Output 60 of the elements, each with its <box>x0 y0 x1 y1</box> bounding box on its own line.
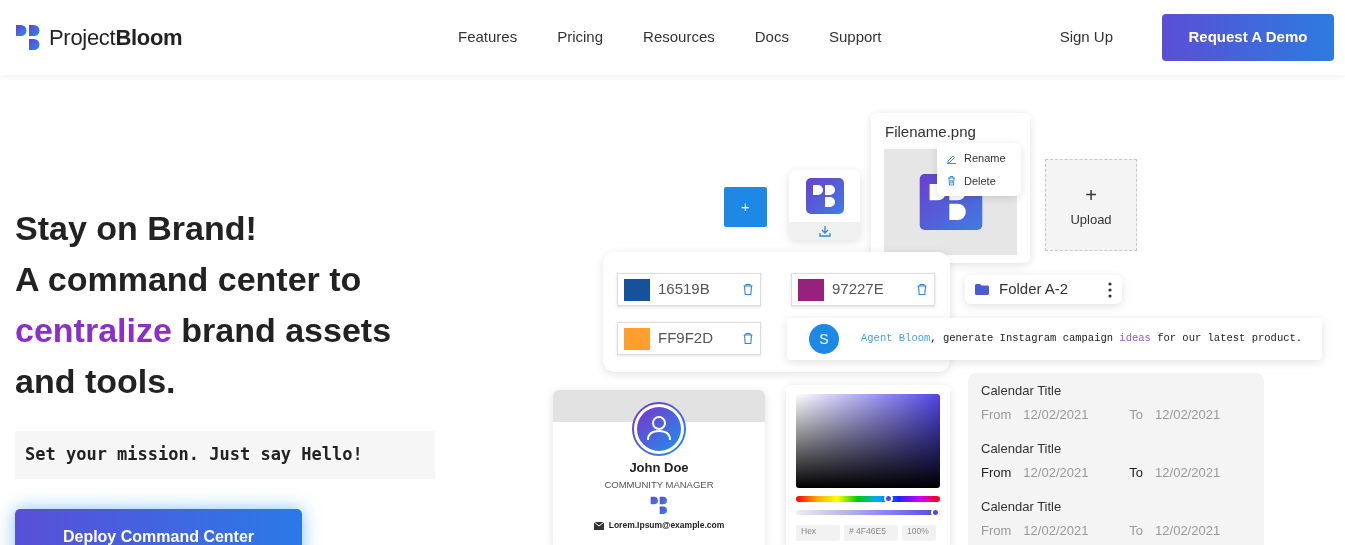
sign-up-link[interactable]: Sign Up <box>1059 26 1113 49</box>
nav-link[interactable]: Features <box>458 26 518 49</box>
nav-link[interactable]: Docs <box>754 26 789 49</box>
to-label: To <box>1129 521 1144 540</box>
date-text: 12/02/2021 <box>1155 521 1221 540</box>
calendar-title: Calendar Title <box>981 440 1063 458</box>
trash-icon <box>946 175 957 187</box>
date-text: 12/02/2021 <box>1023 521 1090 540</box>
color-code: 97227E <box>832 279 885 300</box>
trash-icon[interactable] <box>742 332 754 345</box>
from-label: From <box>981 463 1012 482</box>
calendar-title: Calendar Title <box>981 498 1063 516</box>
nav-link[interactable]: Resources <box>643 26 715 49</box>
trash-icon[interactable] <box>916 283 928 296</box>
menu-item[interactable]: Delete <box>964 172 996 189</box>
hero-heading: Stay on Brand! A command center to centralize brand assets and tools. <box>15 208 393 402</box>
date-text: 12/02/2021 <box>1155 405 1221 424</box>
folder-name: Folder A-2 <box>999 279 1070 300</box>
from-label: From <box>981 521 1012 540</box>
person-name: John Doe <box>628 459 690 477</box>
add-button[interactable]: + <box>724 187 767 227</box>
hue-thumb[interactable] <box>883 494 893 503</box>
logo-icon <box>805 178 844 214</box>
nav-link[interactable]: Support <box>828 26 882 49</box>
opacity-slider[interactable] <box>796 508 940 517</box>
email-address: Lorem.Ipsum@example.com <box>608 519 725 532</box>
plus-icon: + <box>1085 180 1097 211</box>
date-text: 12/02/2021 <box>1023 405 1090 424</box>
menu-item[interactable]: Rename <box>964 150 1006 167</box>
from-label: From <box>981 405 1012 424</box>
folder-icon <box>975 284 989 295</box>
calendar-title: Calendar Title <box>981 382 1063 400</box>
date-text: 12/02/2021 <box>1023 463 1090 482</box>
upload-label: Upload <box>1070 211 1112 230</box>
request-demo-button[interactable]: Request A Demo <box>1162 14 1334 61</box>
mission-text: Set your mission. Just say Hello! <box>15 431 435 479</box>
logo-icon <box>15 23 41 52</box>
mail-icon <box>593 521 604 530</box>
opacity-thumb[interactable] <box>931 508 940 517</box>
chat-message: Agent Bloom, generate Instagram campaign ideas for our latest product. <box>861 331 1303 347</box>
color-gradient-area[interactable] <box>796 394 940 488</box>
trash-icon[interactable] <box>742 283 754 296</box>
job-title: COMMUNITY MANAGER <box>603 477 715 492</box>
logo-icon <box>650 495 668 516</box>
nav-link[interactable]: Pricing <box>557 26 604 49</box>
download-icon[interactable] <box>818 225 831 237</box>
to-label: To <box>1129 463 1144 482</box>
user-avatar-icon <box>632 402 686 456</box>
folder-item[interactable]: Folder A-2 <box>965 275 1122 304</box>
more-icon[interactable] <box>1108 281 1112 298</box>
date-text: 12/02/2021 <box>1155 463 1221 482</box>
upload-area[interactable]: + Upload <box>1045 159 1137 251</box>
to-label: To <box>1129 405 1144 424</box>
color-code: FF9F2D <box>658 328 714 349</box>
deploy-button[interactable]: Deploy Command Center <box>15 509 302 545</box>
hue-slider[interactable] <box>796 494 940 503</box>
file-name: Filename.png <box>884 122 977 142</box>
color-code: 16519B <box>658 279 711 300</box>
brand-name: ProjectBloom <box>49 24 183 52</box>
avatar: S <box>809 324 839 354</box>
